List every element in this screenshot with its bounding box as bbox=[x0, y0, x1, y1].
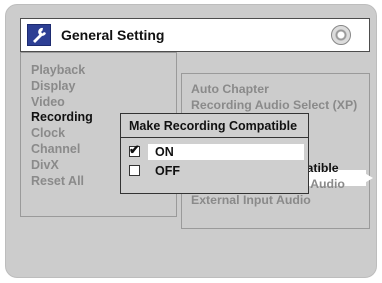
page-title: General Setting bbox=[61, 27, 165, 43]
checkmark-icon: ✔ bbox=[129, 142, 140, 157]
menu-item-display[interactable]: Display bbox=[31, 79, 93, 95]
menu-item-reset-all[interactable]: Reset All bbox=[31, 174, 93, 190]
option-on[interactable]: ✔ ON bbox=[121, 142, 308, 160]
make-recording-compatible-dialog: Make Recording Compatible ✔ ON OFF bbox=[120, 113, 309, 194]
option-on-label: ON bbox=[155, 145, 174, 159]
submenu-item-auto-chapter[interactable]: Auto Chapter bbox=[191, 82, 357, 98]
right-arrow-icon bbox=[361, 171, 373, 185]
option-off-label: OFF bbox=[155, 164, 180, 178]
dialog-title: Make Recording Compatible bbox=[121, 114, 308, 138]
title-bar: General Setting bbox=[20, 18, 370, 52]
menu-item-playback[interactable]: Playback bbox=[31, 63, 93, 79]
option-off[interactable]: OFF bbox=[121, 163, 308, 179]
menu-item-video[interactable]: Video bbox=[31, 95, 93, 111]
checkbox-on[interactable]: ✔ bbox=[129, 142, 140, 157]
wrench-icon bbox=[27, 24, 51, 46]
main-menu: Playback Display Video Recording Clock C… bbox=[31, 63, 93, 189]
menu-item-channel[interactable]: Channel bbox=[31, 142, 93, 158]
submenu-item-external-input-audio[interactable]: External Input Audio bbox=[191, 193, 357, 209]
disc-icon bbox=[331, 25, 351, 45]
osd-screen: General Setting Playback Display Video R… bbox=[5, 4, 377, 278]
checkbox-off[interactable] bbox=[129, 165, 140, 176]
menu-item-divx[interactable]: DivX bbox=[31, 158, 93, 174]
submenu-item-recording-audio-select[interactable]: Recording Audio Select (XP) bbox=[191, 98, 357, 114]
menu-item-clock[interactable]: Clock bbox=[31, 126, 93, 142]
menu-item-recording[interactable]: Recording bbox=[31, 110, 93, 126]
